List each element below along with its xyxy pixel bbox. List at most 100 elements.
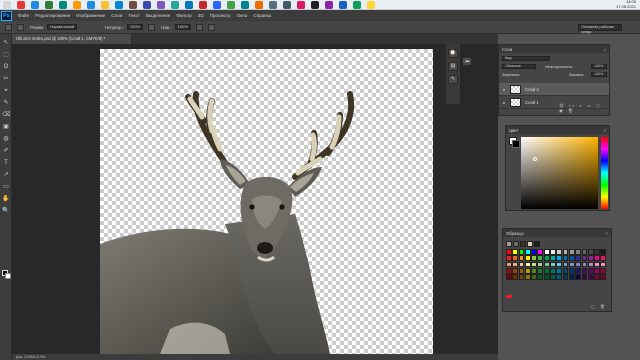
taskbar-app-icon[interactable] [31, 1, 39, 9]
swatch[interactable] [531, 255, 537, 262]
taskbar-app-icon[interactable] [3, 1, 11, 9]
taskbar-app-icon[interactable] [311, 1, 319, 9]
swatch[interactable] [581, 267, 588, 274]
swatch[interactable] [568, 255, 575, 262]
opacity-field[interactable]: 100% [126, 24, 144, 30]
panel-menu-icon[interactable]: ≡ [606, 231, 608, 236]
swatch[interactable] [550, 249, 556, 255]
document-tab[interactable]: Olli olen moleo.psd @ 100% (Слой 1, CMYK… [12, 34, 132, 44]
swatch[interactable] [537, 261, 544, 268]
brush-settings-icon[interactable]: ✎ [448, 75, 458, 84]
swatch[interactable] [512, 249, 519, 255]
menu-text[interactable]: Текст [128, 13, 140, 18]
swatch[interactable] [524, 249, 531, 255]
swatch[interactable] [600, 274, 607, 280]
swatch[interactable] [506, 241, 512, 247]
taskbar-app-icon[interactable] [157, 1, 165, 9]
swatch[interactable] [537, 274, 544, 280]
layer-filter-select[interactable]: Вид [502, 56, 550, 61]
swatch[interactable] [520, 241, 526, 247]
swatch[interactable] [531, 249, 537, 255]
swatch[interactable] [562, 274, 569, 280]
swatch[interactable] [543, 261, 550, 268]
swatch[interactable] [531, 261, 537, 268]
hue-slider[interactable] [601, 137, 608, 209]
tool-icon[interactable]: ▣ [2, 124, 10, 130]
taskbar-app-icon[interactable] [17, 1, 25, 9]
swatch[interactable] [575, 255, 582, 262]
swatch[interactable] [512, 255, 519, 262]
panel-close-icon[interactable]: × [604, 47, 606, 52]
taskbar-app-icon[interactable] [297, 1, 305, 9]
tool-icon[interactable]: ⌫ [2, 112, 10, 118]
swatch[interactable] [587, 267, 594, 274]
pressure-size-icon[interactable] [207, 23, 215, 31]
swatch[interactable] [594, 249, 600, 255]
swatch[interactable] [543, 274, 550, 280]
tool-icon[interactable]: 🔍 [2, 208, 10, 214]
tool-icon[interactable]: ↖ [2, 40, 10, 46]
cloud-icon[interactable]: ☁ [462, 57, 472, 66]
swatch[interactable] [518, 261, 525, 268]
swatch[interactable] [518, 274, 525, 280]
layer-row[interactable]: ● Слой 2 [499, 83, 609, 96]
tool-icon[interactable]: ✎ [2, 100, 10, 106]
tool-icon[interactable]: ◍ [2, 136, 10, 142]
swatch[interactable] [524, 261, 531, 268]
swatch[interactable] [556, 274, 563, 280]
swatch[interactable] [550, 261, 556, 268]
taskbar-clock[interactable]: 14:00 17.08.2021 [616, 0, 636, 9]
swatch[interactable] [581, 261, 588, 268]
taskbar-app-icon[interactable] [59, 1, 67, 9]
menu-file[interactable]: Файл [18, 13, 29, 18]
swatch[interactable] [568, 267, 575, 274]
swatch[interactable] [600, 267, 607, 274]
menu-edit[interactable]: Редактирование [35, 13, 70, 18]
swatch[interactable] [513, 241, 519, 247]
taskbar-app-icon[interactable] [129, 1, 137, 9]
swatch[interactable] [534, 241, 540, 247]
swatch[interactable] [506, 267, 512, 274]
blend-mode-select[interactable]: Обычные [502, 64, 536, 69]
tool-icon[interactable]: ⬚ [2, 52, 10, 58]
swatch[interactable] [587, 274, 594, 280]
tool-icon[interactable]: ✋ [2, 196, 10, 202]
flow-field[interactable]: 100% [174, 24, 191, 30]
swatch[interactable] [575, 267, 582, 274]
visibility-eye-icon[interactable]: ● [501, 87, 507, 92]
taskbar-app-icon[interactable] [339, 1, 347, 9]
menu-help[interactable]: Справка [253, 13, 271, 18]
background-color-swatch[interactable] [5, 273, 11, 279]
menu-3d[interactable]: 3D [198, 13, 204, 18]
swatch[interactable] [506, 255, 512, 262]
mode-select[interactable]: Нормальный [47, 24, 78, 30]
swatch[interactable] [594, 261, 600, 268]
swatch[interactable] [518, 267, 525, 274]
swatch[interactable] [543, 249, 550, 255]
taskbar-app-icon[interactable] [213, 1, 221, 9]
swatch[interactable] [556, 267, 563, 274]
swatch[interactable] [537, 267, 544, 274]
swatch[interactable] [587, 261, 594, 268]
swatch[interactable] [518, 255, 525, 262]
swatch[interactable] [594, 267, 600, 274]
color-saturation-field[interactable] [521, 137, 598, 209]
taskbar-app-icon[interactable] [241, 1, 249, 9]
swatch[interactable] [568, 249, 575, 255]
swatch[interactable] [550, 274, 556, 280]
tool-icon[interactable]: ✂ [2, 76, 10, 82]
swatch[interactable] [512, 274, 519, 280]
pressure-opacity-icon[interactable] [148, 23, 156, 31]
layer-actions-icons[interactable]: ⛓ fx ◐ ▭ ▢ ▣ 🗑 [559, 103, 609, 113]
taskbar-app-icon[interactable] [325, 1, 333, 9]
swatch[interactable] [506, 249, 512, 255]
taskbar-app-icon[interactable] [255, 1, 263, 9]
swatch[interactable] [537, 255, 544, 262]
tool-icon[interactable]: T [2, 160, 10, 166]
swatch[interactable] [581, 255, 588, 262]
swatch[interactable] [531, 274, 537, 280]
swatch[interactable] [506, 274, 512, 280]
swatch[interactable] [568, 261, 575, 268]
swatch[interactable] [556, 249, 563, 255]
taskbar-app-icon[interactable] [227, 1, 235, 9]
